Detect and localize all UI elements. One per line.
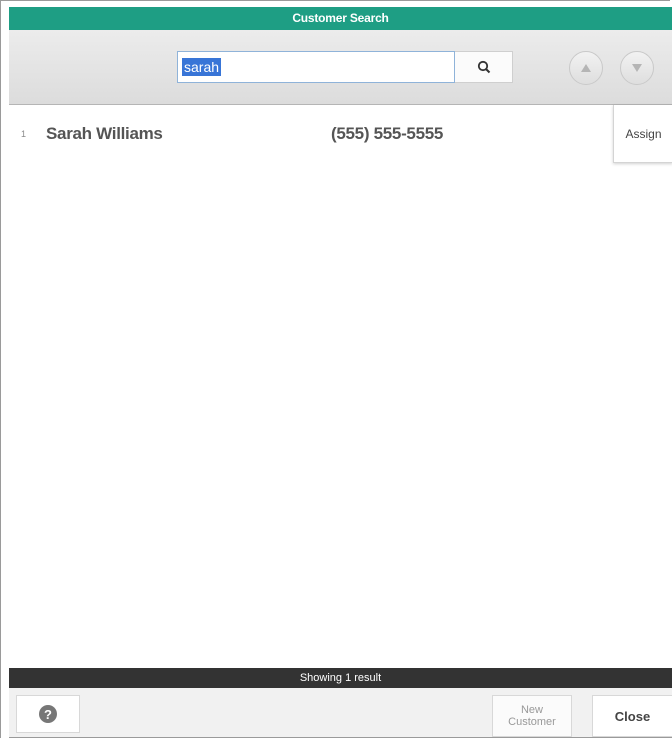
next-button[interactable] xyxy=(620,51,654,85)
results-list: 1 Sarah Williams (555) 555-5555 Assign xyxy=(9,105,672,668)
search-input-value[interactable]: sarah xyxy=(182,58,222,76)
search-input[interactable]: sarah xyxy=(177,51,455,83)
triangle-up-icon xyxy=(581,64,591,72)
row-index: 1 xyxy=(21,129,27,139)
customer-phone: (555) 555-5555 xyxy=(331,124,444,143)
new-customer-label-line1: New xyxy=(520,704,543,716)
close-button[interactable]: Close xyxy=(592,695,672,737)
footer-toolbar: ? New Customer Close xyxy=(9,688,672,738)
triangle-down-icon xyxy=(632,64,642,72)
status-text: Showing 1 result xyxy=(9,668,672,688)
help-button[interactable]: ? xyxy=(16,695,80,733)
search-toolbar: sarah xyxy=(9,30,672,105)
window-title: Customer Search xyxy=(9,7,672,30)
search-icon xyxy=(477,60,490,74)
customer-name: Sarah Williams xyxy=(46,124,163,143)
question-circle-icon: ? xyxy=(39,705,57,723)
assign-button[interactable]: Assign xyxy=(613,105,672,163)
search-button[interactable] xyxy=(455,51,513,83)
new-customer-label-line2: Customer xyxy=(508,716,556,728)
list-item[interactable]: 1 Sarah Williams (555) 555-5555 Assign xyxy=(9,105,672,165)
new-customer-button[interactable]: New Customer xyxy=(492,695,572,737)
previous-button[interactable] xyxy=(569,51,603,85)
